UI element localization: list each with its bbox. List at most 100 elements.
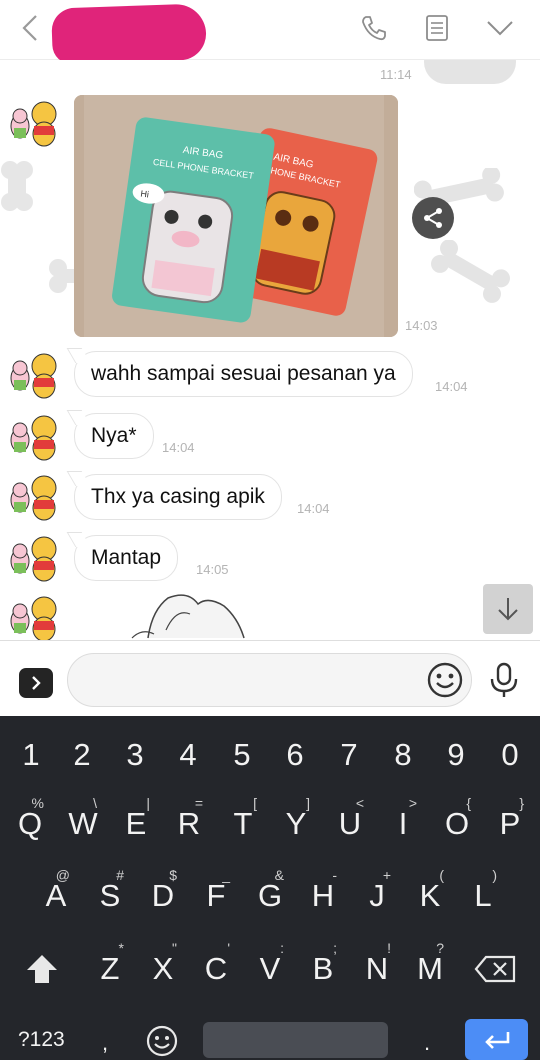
key-x[interactable]: X " [138, 939, 188, 999]
contact-name-redaction [51, 3, 207, 65]
key-d[interactable]: D $ [138, 866, 188, 926]
back-button[interactable] [12, 10, 48, 46]
key-t[interactable]: T[ [218, 794, 268, 854]
call-button[interactable] [356, 10, 392, 46]
key-2[interactable]: 2 [57, 727, 107, 783]
expand-menu-button[interactable] [19, 668, 53, 698]
key-hint: \ [93, 795, 97, 811]
comma-key[interactable]: , [102, 1030, 108, 1056]
key-hint: @ [55, 867, 70, 883]
key-letter: U [338, 806, 362, 841]
contact-avatar[interactable] [6, 410, 62, 462]
emoji-icon[interactable] [426, 661, 464, 699]
photo-label-hi: Hi [140, 188, 150, 199]
key-9[interactable]: 9 [431, 727, 481, 783]
key-i[interactable]: I > [378, 794, 428, 854]
key-1[interactable]: 1 [6, 727, 56, 783]
message-text: Mantap [91, 546, 162, 569]
key-h[interactable]: H- [298, 866, 348, 926]
key-letter: Q [17, 806, 43, 841]
product-photo[interactable]: AIR BAG PHONE BRACKET AIR BAG CELL PHONE… [74, 95, 398, 337]
key-c[interactable]: C ' [191, 939, 241, 999]
message-time: 14:05 [196, 562, 229, 577]
contact-avatar[interactable] [6, 96, 62, 148]
key-r[interactable]: R = [164, 794, 214, 854]
key-p[interactable]: P} [485, 794, 535, 854]
key-v[interactable]: V: [245, 939, 295, 999]
emoji-key[interactable] [145, 1024, 179, 1058]
received-message-bubble[interactable]: Nya* [74, 413, 154, 459]
key-m[interactable]: M? [405, 939, 455, 999]
message-text: Nya* [91, 424, 137, 447]
key-u[interactable]: U < [325, 794, 375, 854]
key-6[interactable]: 6 [270, 727, 320, 783]
key-b[interactable]: B; [298, 939, 348, 999]
key-w[interactable]: W \ [58, 794, 108, 854]
key-g[interactable]: G & [245, 866, 295, 926]
key-letter: Z [100, 951, 120, 986]
chat-messages-area[interactable]: 11:14 AIR BAG PHONE BRACKET AIR BAG CELL… [0, 60, 540, 640]
message-input[interactable] [67, 653, 472, 707]
space-key[interactable] [203, 1022, 388, 1058]
key-q[interactable]: Q% [5, 794, 55, 854]
back-chevron-icon [22, 15, 37, 41]
enter-key[interactable] [465, 1019, 528, 1060]
key-hint: _ [222, 867, 230, 883]
contact-avatar[interactable] [6, 531, 62, 583]
key-hint: # [116, 867, 124, 883]
key-letter: L [474, 878, 492, 913]
period-key[interactable]: . [424, 1030, 430, 1056]
key-j[interactable]: J + [352, 866, 402, 926]
notes-button[interactable] [419, 10, 455, 46]
key-7[interactable]: 7 [324, 727, 374, 783]
key-s[interactable]: S # [85, 866, 135, 926]
key-8[interactable]: 8 [378, 727, 428, 783]
contact-avatar[interactable] [6, 470, 62, 522]
key-letter: J [369, 878, 385, 913]
key-o[interactable]: O{ [432, 794, 482, 854]
sent-message-bubble-partial[interactable] [424, 60, 516, 84]
expand-arrow-icon [32, 676, 41, 690]
key-hint: | [146, 795, 150, 811]
menu-dropdown-button[interactable] [482, 10, 518, 46]
message-time: 14:04 [297, 501, 330, 516]
message-text: wahh sampai sesuai pesanan ya [91, 362, 396, 385]
key-a[interactable]: A @ [31, 866, 81, 926]
backspace-key[interactable] [474, 954, 518, 984]
share-button[interactable] [412, 197, 454, 239]
key-letter: V [259, 951, 281, 986]
symbols-key[interactable]: ?123 [18, 1028, 65, 1052]
key-hint: & [274, 867, 284, 883]
received-message-bubble[interactable]: Mantap [74, 535, 179, 581]
photo-message-time: 14:03 [405, 318, 438, 333]
key-hint: < [355, 795, 364, 811]
contact-avatar[interactable] [6, 591, 62, 640]
bone-background-icon [1, 161, 33, 211]
key-5[interactable]: 5 [217, 727, 267, 783]
key-f[interactable]: F _ [191, 866, 241, 926]
key-3[interactable]: 3 [110, 727, 160, 783]
key-hint: ) [492, 867, 497, 883]
key-hint: + [382, 867, 391, 883]
received-message-bubble[interactable]: Thx ya casing apik [74, 474, 282, 520]
scroll-to-bottom-button[interactable] [483, 584, 533, 634]
mic-icon[interactable] [487, 661, 521, 699]
key-y[interactable]: Y] [271, 794, 321, 854]
key-k[interactable]: K( [405, 866, 455, 926]
key-hint: - [332, 867, 337, 883]
key-4[interactable]: 4 [163, 727, 213, 783]
chevron-down-icon [487, 21, 513, 36]
key-letter: X [152, 951, 174, 986]
key-e[interactable]: E | [111, 794, 161, 854]
key-l[interactable]: L) [458, 866, 508, 926]
key-letter: R [177, 806, 201, 841]
key-0[interactable]: 0 [485, 727, 535, 783]
received-message-bubble[interactable]: wahh sampai sesuai pesanan ya [74, 351, 413, 397]
message-time: 14:04 [162, 440, 195, 455]
key-n[interactable]: N! [352, 939, 402, 999]
sticker-partial[interactable] [128, 590, 248, 640]
key-z[interactable]: Z * [85, 939, 135, 999]
shift-key[interactable] [24, 952, 60, 986]
contact-avatar[interactable] [6, 348, 62, 400]
key-letter: P [499, 806, 521, 841]
